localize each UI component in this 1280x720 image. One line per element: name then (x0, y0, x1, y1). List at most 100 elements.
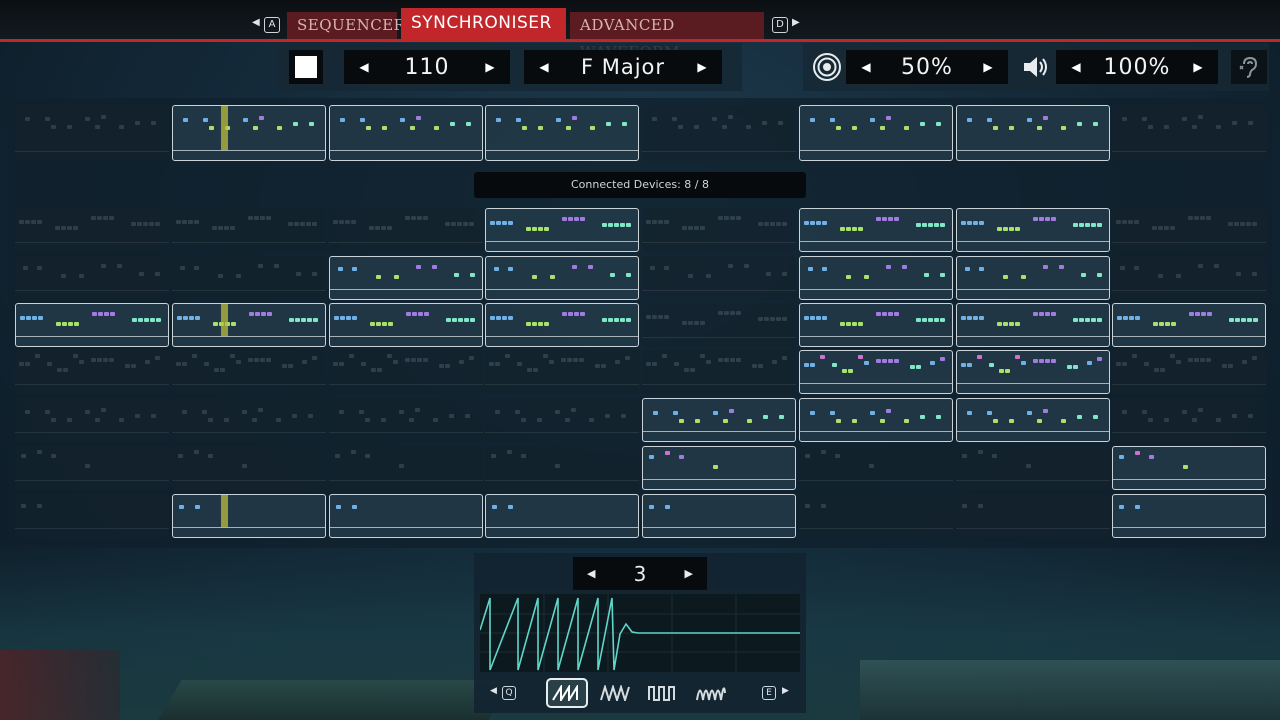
synchroniser-cell[interactable] (1112, 446, 1266, 490)
synchroniser-cell[interactable] (642, 494, 796, 538)
synchroniser-cell[interactable] (172, 446, 326, 490)
synchroniser-cell[interactable] (329, 303, 483, 347)
synchroniser-cell[interactable] (1112, 256, 1266, 300)
tempo-increase-icon[interactable]: ▶ (484, 60, 496, 74)
synchroniser-cell[interactable] (172, 256, 326, 300)
synchroniser-cell[interactable] (799, 446, 953, 490)
synchroniser-cell[interactable] (956, 398, 1110, 442)
synchroniser-cell[interactable] (172, 208, 326, 252)
synchroniser-cell[interactable] (329, 350, 483, 394)
synchroniser-cell[interactable] (329, 256, 483, 300)
synchroniser-cell[interactable] (15, 303, 169, 347)
synchroniser-cell[interactable] (329, 494, 483, 538)
top-sequence-cell[interactable] (1112, 105, 1266, 161)
waveform-next-key[interactable]: E (762, 686, 776, 700)
tab-advanced-waveform[interactable]: ADVANCED WAVEFORM (570, 12, 764, 61)
volume-button[interactable] (1019, 50, 1053, 84)
note (936, 415, 941, 419)
top-sequence-cell[interactable] (642, 105, 796, 161)
synchroniser-cell[interactable] (15, 350, 169, 394)
synchroniser-cell[interactable] (15, 256, 169, 300)
synchroniser-cell[interactable] (642, 303, 796, 347)
synchroniser-cell[interactable] (15, 208, 169, 252)
synchroniser-cell[interactable] (642, 446, 796, 490)
top-sequence-cell[interactable] (15, 105, 169, 161)
synchroniser-cell[interactable] (956, 303, 1110, 347)
synchroniser-cell[interactable] (956, 256, 1110, 300)
note (508, 267, 513, 271)
tab-next-key[interactable]: D (772, 17, 788, 33)
synchroniser-cell[interactable] (956, 208, 1110, 252)
note (776, 317, 781, 321)
stop-button[interactable] (289, 50, 323, 84)
synchroniser-cell[interactable] (799, 256, 953, 300)
note (1241, 318, 1246, 322)
synchroniser-cell[interactable] (485, 256, 639, 300)
synchroniser-cell[interactable] (329, 446, 483, 490)
synchroniser-cell[interactable] (799, 208, 953, 252)
reverb-button[interactable] (810, 50, 844, 84)
waveform-next-icon[interactable]: ▶ (685, 567, 693, 580)
tab-prev-key[interactable]: A (264, 17, 280, 33)
synchroniser-cell[interactable] (485, 303, 639, 347)
synchroniser-cell[interactable] (956, 494, 1110, 538)
waveform-number-stepper[interactable]: ◀ 3 ▶ (573, 557, 707, 590)
scale-stepper[interactable]: ◀ F Major ▶ (524, 50, 722, 84)
synchroniser-cell[interactable] (799, 350, 953, 394)
synchroniser-cell[interactable] (15, 494, 169, 538)
tempo-stepper[interactable]: ◀ 110 ▶ (344, 50, 510, 84)
synchroniser-cell[interactable] (485, 446, 639, 490)
volume-stepper[interactable]: ◀ 100% ▶ (1056, 50, 1218, 84)
note (722, 125, 727, 129)
waveform-square-button[interactable] (642, 678, 684, 708)
reverb-stepper[interactable]: ◀ 50% ▶ (846, 50, 1008, 84)
synchroniser-cell[interactable] (15, 446, 169, 490)
reverb-decrease-icon[interactable]: ◀ (860, 60, 872, 74)
waveform-sawtooth-button[interactable] (546, 678, 588, 708)
reverb-increase-icon[interactable]: ▶ (982, 60, 994, 74)
top-sequence-cell[interactable] (799, 105, 953, 161)
top-sequence-cell[interactable] (172, 105, 326, 161)
tab-synchroniser[interactable]: SYNCHRONISER (401, 8, 566, 39)
tempo-decrease-icon[interactable]: ◀ (358, 60, 370, 74)
synchroniser-cell[interactable] (485, 494, 639, 538)
note (55, 226, 60, 230)
top-sequence-cell[interactable] (485, 105, 639, 161)
synchroniser-cell[interactable] (642, 350, 796, 394)
synchroniser-cell[interactable] (172, 350, 326, 394)
synchroniser-cell[interactable] (956, 446, 1110, 490)
synchroniser-cell[interactable] (15, 398, 169, 442)
synchroniser-cell[interactable] (1112, 398, 1266, 442)
waveform-prev-icon[interactable]: ◀ (587, 567, 595, 580)
synchroniser-cell[interactable] (485, 350, 639, 394)
listen-button[interactable] (1231, 50, 1267, 84)
synchroniser-cell[interactable] (329, 208, 483, 252)
synchroniser-cell[interactable] (642, 398, 796, 442)
synchroniser-cell[interactable] (485, 208, 639, 252)
synchroniser-cell[interactable] (1112, 494, 1266, 538)
waveform-sine-button[interactable] (690, 678, 732, 708)
synchroniser-cell[interactable] (642, 208, 796, 252)
synchroniser-cell[interactable] (956, 350, 1110, 394)
synchroniser-cell[interactable] (172, 303, 326, 347)
volume-increase-icon[interactable]: ▶ (1192, 60, 1204, 74)
synchroniser-cell[interactable] (799, 398, 953, 442)
synchroniser-cell[interactable] (1112, 303, 1266, 347)
top-sequence-cell[interactable] (956, 105, 1110, 161)
synchroniser-cell[interactable] (329, 398, 483, 442)
synchroniser-cell[interactable] (642, 256, 796, 300)
synchroniser-cell[interactable] (172, 494, 326, 538)
top-sequence-cell[interactable] (329, 105, 483, 161)
synchroniser-cell[interactable] (1112, 208, 1266, 252)
scale-next-icon[interactable]: ▶ (696, 60, 708, 74)
synchroniser-cell[interactable] (799, 303, 953, 347)
volume-decrease-icon[interactable]: ◀ (1070, 60, 1082, 74)
synchroniser-cell[interactable] (172, 398, 326, 442)
waveform-prev-key[interactable]: Q (502, 686, 516, 700)
tab-sequencer[interactable]: SEQUENCER (287, 12, 405, 39)
scale-prev-icon[interactable]: ◀ (538, 60, 550, 74)
waveform-triangle-button[interactable] (594, 678, 636, 708)
synchroniser-cell[interactable] (1112, 350, 1266, 394)
synchroniser-cell[interactable] (799, 494, 953, 538)
synchroniser-cell[interactable] (485, 398, 639, 442)
